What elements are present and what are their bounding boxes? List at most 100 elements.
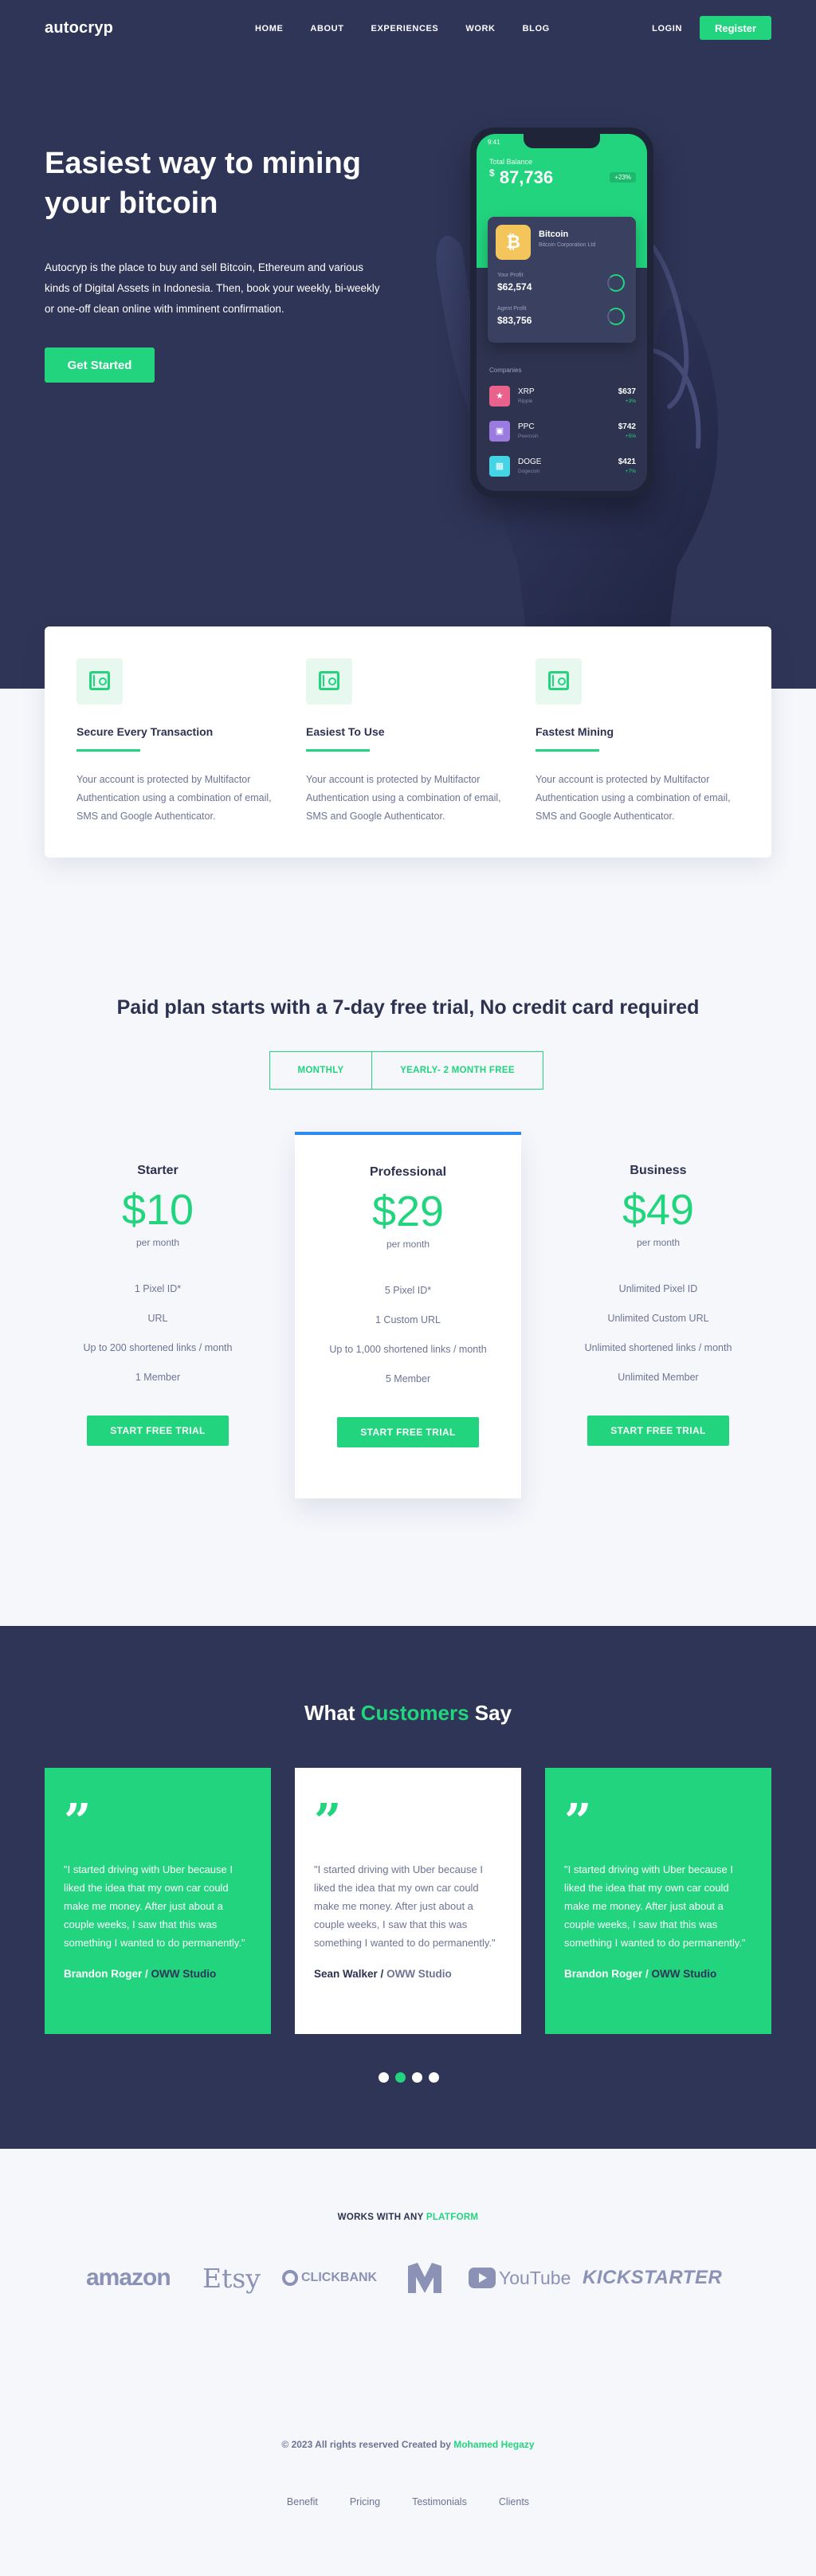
doge-icon: ▦: [489, 456, 510, 477]
features-card: Secure Every Transaction Your account is…: [45, 626, 771, 858]
nav-work[interactable]: WORK: [465, 24, 495, 33]
safe-icon: [306, 658, 352, 705]
testimonial-author: Brandon Roger / OWW Studio: [564, 1968, 754, 1980]
nav-blog[interactable]: BLOG: [523, 24, 550, 33]
clickbank-mark-icon: [282, 2270, 298, 2286]
title-accent: PLATFORM: [426, 2213, 479, 2222]
start-trial-button[interactable]: START FREE TRIAL: [87, 1416, 229, 1446]
plan-feature: Unlimited Pixel ID: [618, 1283, 698, 1294]
footer-link-clients[interactable]: Clients: [499, 2496, 529, 2507]
feature-item: Easiest To Use Your account is protected…: [306, 658, 513, 826]
title-part: Say: [474, 1701, 512, 1725]
title-accent: Customers: [360, 1701, 469, 1725]
testimonials-title: What Customers Say: [0, 1701, 816, 1726]
start-trial-button[interactable]: START FREE TRIAL: [337, 1417, 479, 1447]
balance-currency: $: [489, 167, 495, 179]
billing-toggle: MONTHLY YEARLY- 2 MONTH FREE: [269, 1051, 543, 1090]
author-link[interactable]: Mohamed Hegazy: [453, 2439, 534, 2450]
play-icon: [469, 2268, 496, 2288]
quote-icon: ”: [314, 1794, 342, 1850]
feature-item: Fastest Mining Your account is protected…: [536, 658, 743, 826]
login-link[interactable]: LOGIN: [652, 24, 682, 33]
footer-links: Benefit Pricing Testimonials Clients: [0, 2496, 816, 2507]
copyright: © 2023 All rights reserved Created by Mo…: [0, 2439, 816, 2450]
testimonial-card: ” "I started driving with Uber because I…: [295, 1768, 521, 2034]
plan-features: 5 Pixel ID* 1 Custom URL Up to 1,000 sho…: [295, 1285, 521, 1403]
monthly-tab[interactable]: MONTHLY: [270, 1052, 372, 1089]
main-menu: HOME ABOUT EXPERIENCES WORK BLOG: [255, 24, 550, 33]
title-part: What: [304, 1701, 355, 1725]
carousel-dot[interactable]: [379, 2072, 389, 2083]
plan-feature: Unlimited shortened links / month: [584, 1342, 732, 1353]
carousel-dot[interactable]: [429, 2072, 439, 2083]
testimonial-text: "I started driving with Uber because I l…: [64, 1863, 245, 1949]
start-trial-button[interactable]: START FREE TRIAL: [587, 1416, 729, 1446]
testimonial-author: Brandon Roger / OWW Studio: [64, 1968, 253, 1980]
copyright-text: © 2023 All rights reserved Created by: [281, 2439, 451, 2450]
m-logo-icon: [406, 2260, 443, 2295]
plan-feature: Unlimited Member: [618, 1372, 699, 1383]
plan-card-professional: Professional $29 per month 5 Pixel ID* 1…: [295, 1132, 521, 1498]
stat-label: Your Profit: [497, 273, 524, 278]
get-started-button[interactable]: Get Started: [45, 348, 155, 383]
footer-link-pricing[interactable]: Pricing: [350, 2496, 380, 2507]
title-part: WORKS WITH ANY: [337, 2213, 424, 2222]
author-name: Brandon Roger: [564, 1968, 643, 1980]
bitcoin-icon: ₿: [496, 225, 531, 260]
author-separator: /: [377, 1968, 387, 1980]
plan-name: Business: [630, 1164, 687, 1177]
plan-feature: Unlimited Custom URL: [607, 1313, 709, 1324]
carousel-dot[interactable]: [412, 2072, 422, 2083]
footer-link-benefit[interactable]: Benefit: [287, 2496, 318, 2507]
companies-title: Companies: [489, 367, 522, 374]
author-name: Brandon Roger: [64, 1968, 143, 1980]
carousel-dot-active[interactable]: [395, 2072, 406, 2083]
plan-name: Starter: [137, 1164, 178, 1177]
author-studio: OWW Studio: [151, 1968, 217, 1980]
plan-name: Professional: [369, 1165, 447, 1179]
company-sub: Dogecoin: [518, 469, 540, 474]
plan-price: $29: [371, 1188, 445, 1235]
testimonial-text: "I started driving with Uber because I l…: [564, 1863, 746, 1949]
testimonial-text: "I started driving with Uber because I l…: [314, 1863, 496, 1949]
hero-description: Autocryp is the place to buy and sell Bi…: [45, 261, 380, 315]
plan-price: $49: [622, 1186, 695, 1234]
footer-link-testimonials[interactable]: Testimonials: [412, 2496, 467, 2507]
pricing-title: Paid plan starts with a 7-day free trial…: [116, 996, 700, 1019]
yearly-tab[interactable]: YEARLY- 2 MONTH FREE: [372, 1052, 543, 1089]
balance-label: Total Balance: [489, 158, 533, 166]
youtube-text: YouTube: [499, 2267, 571, 2288]
bitcoin-card: ₿ Bitcoin Bitcoin Corporation Ltd Your P…: [488, 217, 636, 343]
feature-item: Secure Every Transaction Your account is…: [76, 658, 284, 826]
company-row[interactable]: ★ XRP Ripple $637 +3%: [489, 386, 636, 410]
nav-experiences[interactable]: EXPERIENCES: [371, 24, 439, 33]
feature-text: Your account is protected by Multifactor…: [536, 774, 731, 822]
nav-home[interactable]: HOME: [255, 24, 283, 33]
stat-value: $62,574: [497, 281, 532, 293]
company-row[interactable]: ▣ PPC Peercoin $742 +5%: [489, 421, 636, 445]
feature-text: Your account is protected by Multifactor…: [306, 774, 501, 822]
nav-about[interactable]: ABOUT: [310, 24, 343, 33]
company-sub: Ripple: [518, 399, 533, 404]
progress-ring-icon: [607, 274, 625, 292]
company-name: XRP: [518, 387, 535, 396]
author-studio: OWW Studio: [386, 1968, 452, 1980]
plan-features: 1 Pixel ID* URL Up to 200 shortened link…: [45, 1283, 271, 1401]
clickbank-text: CLICKBANK: [301, 2271, 378, 2284]
register-button[interactable]: Register: [700, 16, 771, 40]
logo[interactable]: autocryp: [45, 19, 113, 37]
company-row[interactable]: ▦ DOGE Dogecoin $421 +7%: [489, 456, 636, 480]
author-separator: /: [642, 1968, 652, 1980]
safe-icon: [536, 658, 582, 705]
company-change: +7%: [625, 469, 636, 474]
quote-icon: ”: [564, 1794, 592, 1850]
company-change: +5%: [625, 434, 636, 439]
phone-screen: 9:41 Total Balance $ 87,736 +23% ₿ Bitco…: [477, 134, 647, 491]
plan-card-business: Business $49 per month Unlimited Pixel I…: [545, 1132, 771, 1446]
feature-underline: [306, 749, 370, 752]
feature-underline: [536, 749, 599, 752]
coin-name: Bitcoin: [539, 230, 569, 239]
feature-title: Fastest Mining: [536, 725, 614, 738]
feature-underline: [76, 749, 140, 752]
company-price: $742: [618, 422, 636, 431]
